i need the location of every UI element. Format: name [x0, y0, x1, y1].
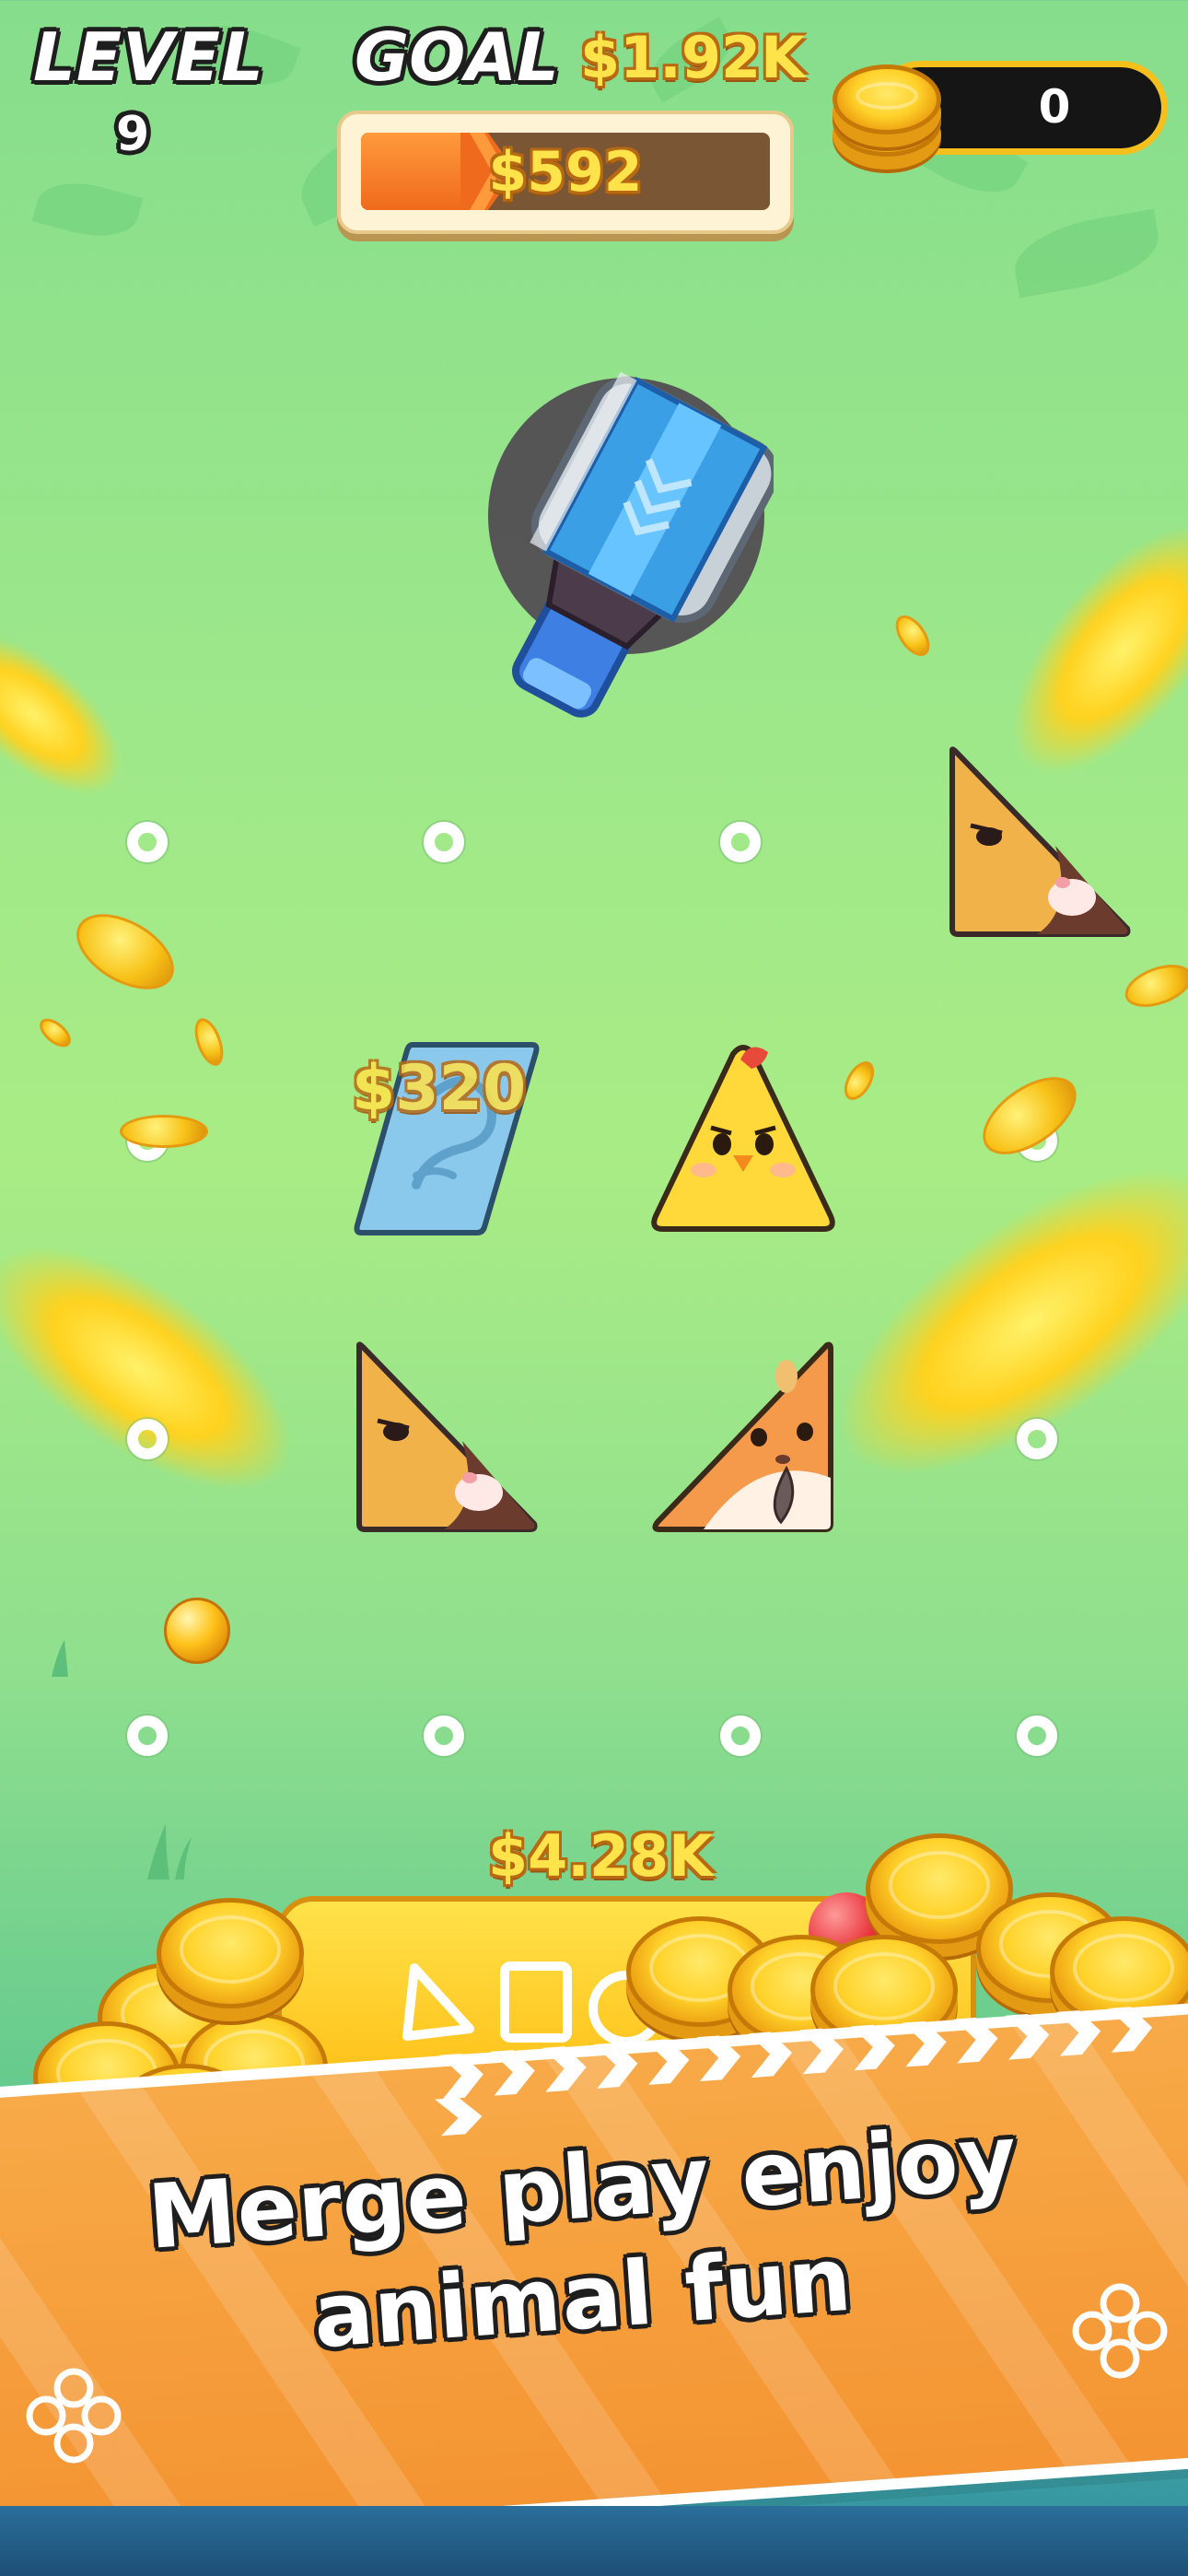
- sloth-triangle-bottom-left[interactable]: [352, 1340, 542, 1535]
- grass-tuft: [46, 1640, 83, 1677]
- progress-value: $592: [488, 140, 643, 205]
- coin-count: 0: [1038, 80, 1071, 134]
- coin-streak: [0, 606, 146, 822]
- collector-total: $4.28K: [488, 1822, 714, 1890]
- level-value: 9: [116, 107, 150, 162]
- falling-ball: [164, 1598, 230, 1664]
- goal-progress-bar: $592: [337, 111, 794, 234]
- coin-stack-icon: [829, 61, 941, 162]
- peg: [720, 1715, 761, 1756]
- floating-reward: $320: [352, 1052, 527, 1125]
- clover-icon: [1072, 2283, 1168, 2379]
- sloth-icon: [356, 1341, 538, 1532]
- peg: [127, 1715, 168, 1756]
- peg: [424, 1715, 464, 1756]
- flying-coin: [1119, 956, 1188, 1015]
- coin-pile: [157, 1898, 304, 2008]
- peg: [424, 822, 464, 862]
- clover-icon: [26, 2368, 122, 2464]
- flying-coin: [889, 609, 937, 662]
- progress-track: $592: [361, 133, 770, 210]
- grass-tuft: [138, 1824, 193, 1879]
- level-label: LEVEL: [33, 18, 264, 96]
- chick-icon: [651, 1045, 835, 1232]
- hamster-triangle[interactable]: [648, 1340, 838, 1535]
- peg: [720, 822, 761, 862]
- peg: [127, 1419, 168, 1459]
- peg: [127, 822, 168, 862]
- sloth-icon: [949, 746, 1131, 937]
- bottom-band: [0, 2506, 1188, 2576]
- goal-value: $1.92K: [580, 24, 806, 91]
- peg: [1017, 1715, 1057, 1756]
- flying-coin: [838, 1056, 880, 1106]
- sloth-triangle-top-right[interactable]: [945, 744, 1135, 940]
- peg: [1017, 1419, 1057, 1459]
- flying-coin: [120, 1115, 208, 1148]
- hamster-icon: [652, 1341, 833, 1532]
- cannon[interactable]: [442, 369, 779, 755]
- flying-coin: [34, 1013, 76, 1053]
- chick-triangle[interactable]: [648, 1041, 838, 1235]
- coin-streak: [0, 1203, 327, 1533]
- goal-label: GOAL: [355, 18, 559, 96]
- flying-coin: [189, 1014, 229, 1070]
- coin-streak: [795, 1116, 1188, 1528]
- flying-coin: [64, 898, 187, 1005]
